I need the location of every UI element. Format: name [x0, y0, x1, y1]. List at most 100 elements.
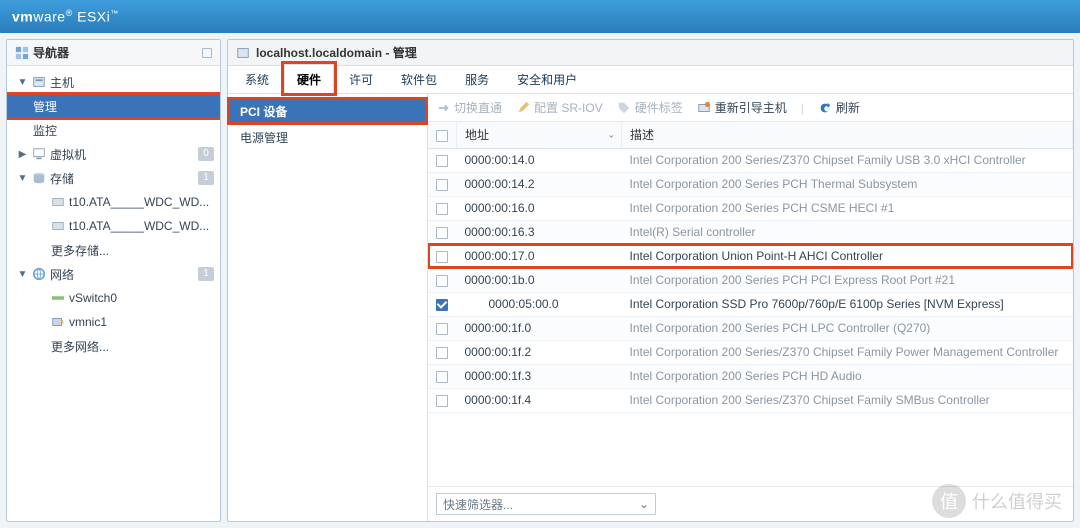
nav-vswitch[interactable]: vSwitch0 — [7, 286, 220, 310]
cell-address: 0000:00:1b.0 — [457, 268, 622, 292]
cell-address: 0000:00:1f.4 — [457, 388, 622, 412]
row-checkbox[interactable] — [436, 227, 448, 239]
table-row[interactable]: 0000:00:1f.2Intel Corporation 200 Series… — [428, 340, 1073, 364]
nav-manage[interactable]: 管理 — [7, 94, 220, 118]
brand-logo: vmware® ESXi™ — [12, 8, 119, 25]
table-row[interactable]: 0000:00:16.0Intel Corporation 200 Series… — [428, 196, 1073, 220]
content-panel: localhost.localdomain - 管理 系统 硬件 许可 软件包 … — [227, 39, 1074, 522]
refresh-icon — [818, 101, 832, 115]
hardware-body: PCI 设备 电源管理 切换直通 配置 SR-IOV 硬件标签 重新引导主机 |… — [228, 94, 1073, 521]
cell-address: 0000:00:14.0 — [457, 148, 622, 172]
tool-passthrough[interactable]: 切换直通 — [436, 99, 502, 116]
hardware-sidebar: PCI 设备 电源管理 — [228, 94, 428, 521]
cell-address: 0000:00:17.0 — [457, 244, 622, 268]
sort-icon: ⌄ — [607, 129, 615, 140]
vm-badge: 0 — [198, 147, 214, 161]
row-checkbox[interactable] — [436, 323, 448, 335]
cell-address: 0000:00:16.3 — [457, 220, 622, 244]
quick-filter[interactable]: 快速筛选器...⌄ — [436, 493, 656, 515]
hardware-content: 切换直通 配置 SR-IOV 硬件标签 重新引导主机 | 刷新 地址⌄ 描述 0 — [428, 94, 1073, 521]
cell-description: Intel Corporation 200 Series/Z370 Chipse… — [622, 148, 1073, 172]
cell-description: Intel(R) Serial controller — [622, 220, 1073, 244]
disk-icon — [51, 195, 65, 209]
content-header: localhost.localdomain - 管理 — [228, 40, 1073, 66]
table-row[interactable]: 0000:00:1f.3Intel Corporation 200 Series… — [428, 364, 1073, 388]
nav-disk-2[interactable]: t10.ATA_____WDC_WD... — [7, 214, 220, 238]
tool-refresh[interactable]: 刷新 — [818, 99, 860, 116]
table-row[interactable]: 0000:00:1f.4Intel Corporation 200 Series… — [428, 388, 1073, 412]
nav-more-storage[interactable]: 更多存储... — [7, 238, 220, 262]
tab-bar: 系统 硬件 许可 软件包 服务 安全和用户 — [228, 66, 1073, 94]
disk-icon — [51, 219, 65, 233]
row-checkbox[interactable] — [436, 251, 448, 263]
nav-storage[interactable]: ▼存储1 — [7, 166, 220, 190]
content-title: localhost.localdomain - 管理 — [256, 44, 417, 61]
row-checkbox[interactable] — [436, 395, 448, 407]
tab-hardware[interactable]: 硬件 — [284, 64, 334, 93]
tool-hw-label[interactable]: 硬件标签 — [617, 99, 683, 116]
cell-address: 0000:00:1f.0 — [457, 316, 622, 340]
toolbar: 切换直通 配置 SR-IOV 硬件标签 重新引导主机 | 刷新 — [428, 94, 1073, 122]
cell-address: 0000:00:14.2 — [457, 172, 622, 196]
table-row[interactable]: 0000:00:16.3Intel(R) Serial controller — [428, 220, 1073, 244]
cell-description: Intel Corporation 200 Series PCH PCI Exp… — [622, 268, 1073, 292]
storage-icon — [32, 171, 46, 185]
tab-security[interactable]: 安全和用户 — [504, 64, 590, 93]
navigator-title: 导航器 — [33, 44, 69, 61]
navigator-panel: 导航器 ▼主机 管理 监控 ▶虚拟机0 ▼存储1 t10.ATA_____WDC… — [6, 39, 221, 522]
passthrough-icon — [436, 101, 450, 115]
table-row[interactable]: 0000:00:14.0Intel Corporation 200 Series… — [428, 148, 1073, 172]
hw-power-management[interactable]: 电源管理 — [228, 124, 427, 150]
row-checkbox[interactable] — [436, 155, 448, 167]
table-row[interactable]: 0000:00:14.2Intel Corporation 200 Series… — [428, 172, 1073, 196]
cell-description: Intel Corporation 200 Series/Z370 Chipse… — [622, 340, 1073, 364]
nav-more-net[interactable]: 更多网络... — [7, 334, 220, 358]
tool-reboot[interactable]: 重新引导主机 — [697, 99, 787, 116]
vswitch-icon — [51, 291, 65, 305]
nav-vms[interactable]: ▶虚拟机0 — [7, 142, 220, 166]
row-checkbox[interactable] — [436, 299, 448, 311]
tool-sriov[interactable]: 配置 SR-IOV — [516, 99, 603, 116]
tab-license[interactable]: 许可 — [336, 64, 386, 93]
navigator-header: 导航器 — [7, 40, 220, 66]
chevron-down-icon: ⌄ — [639, 497, 649, 511]
nav-tree: ▼主机 管理 监控 ▶虚拟机0 ▼存储1 t10.ATA_____WDC_WD.… — [7, 66, 220, 521]
table-row[interactable]: 0000:05:00.0Intel Corporation SSD Pro 76… — [428, 292, 1073, 316]
nav-networking[interactable]: ▼网络1 — [7, 262, 220, 286]
pci-table: 地址⌄ 描述 0000:00:14.0Intel Corporation 200… — [428, 122, 1073, 413]
table-row[interactable]: 0000:00:17.0Intel Corporation Union Poin… — [428, 244, 1073, 268]
hw-pci-devices[interactable]: PCI 设备 — [228, 98, 427, 124]
row-checkbox[interactable] — [436, 371, 448, 383]
main-area: 导航器 ▼主机 管理 监控 ▶虚拟机0 ▼存储1 t10.ATA_____WDC… — [0, 33, 1080, 528]
row-checkbox[interactable] — [436, 275, 448, 287]
tab-packages[interactable]: 软件包 — [388, 64, 450, 93]
cell-description: Intel Corporation 200 Series PCH Thermal… — [622, 172, 1073, 196]
collapse-icon[interactable] — [202, 48, 212, 58]
cell-description: Intel Corporation 200 Series/Z370 Chipse… — [622, 388, 1073, 412]
nav-monitor[interactable]: 监控 — [7, 118, 220, 142]
cell-description: Intel Corporation SSD Pro 7600p/760p/E 6… — [622, 292, 1073, 316]
navigator-icon — [15, 46, 29, 60]
row-checkbox[interactable] — [436, 179, 448, 191]
table-row[interactable]: 0000:00:1b.0Intel Corporation 200 Series… — [428, 268, 1073, 292]
pencil-icon — [516, 101, 530, 115]
cell-address: 0000:00:16.0 — [457, 196, 622, 220]
tab-system[interactable]: 系统 — [232, 64, 282, 93]
row-checkbox[interactable] — [436, 203, 448, 215]
col-address[interactable]: 地址⌄ — [457, 122, 622, 148]
col-checkbox[interactable] — [428, 122, 457, 148]
storage-badge: 1 — [198, 171, 214, 185]
row-checkbox[interactable] — [436, 347, 448, 359]
table-row[interactable]: 0000:00:1f.0Intel Corporation 200 Series… — [428, 316, 1073, 340]
network-icon — [32, 267, 46, 281]
pci-table-wrap[interactable]: 地址⌄ 描述 0000:00:14.0Intel Corporation 200… — [428, 122, 1073, 486]
nav-disk-1[interactable]: t10.ATA_____WDC_WD... — [7, 190, 220, 214]
tab-services[interactable]: 服务 — [452, 64, 502, 93]
cell-address: 0000:00:1f.3 — [457, 364, 622, 388]
nav-vmnic[interactable]: vmnic1 — [7, 310, 220, 334]
col-description[interactable]: 描述 — [622, 122, 1073, 148]
vm-icon — [32, 147, 46, 161]
net-badge: 1 — [198, 267, 214, 281]
nav-host[interactable]: ▼主机 — [7, 70, 220, 94]
cell-description: Intel Corporation 200 Series PCH CSME HE… — [622, 196, 1073, 220]
